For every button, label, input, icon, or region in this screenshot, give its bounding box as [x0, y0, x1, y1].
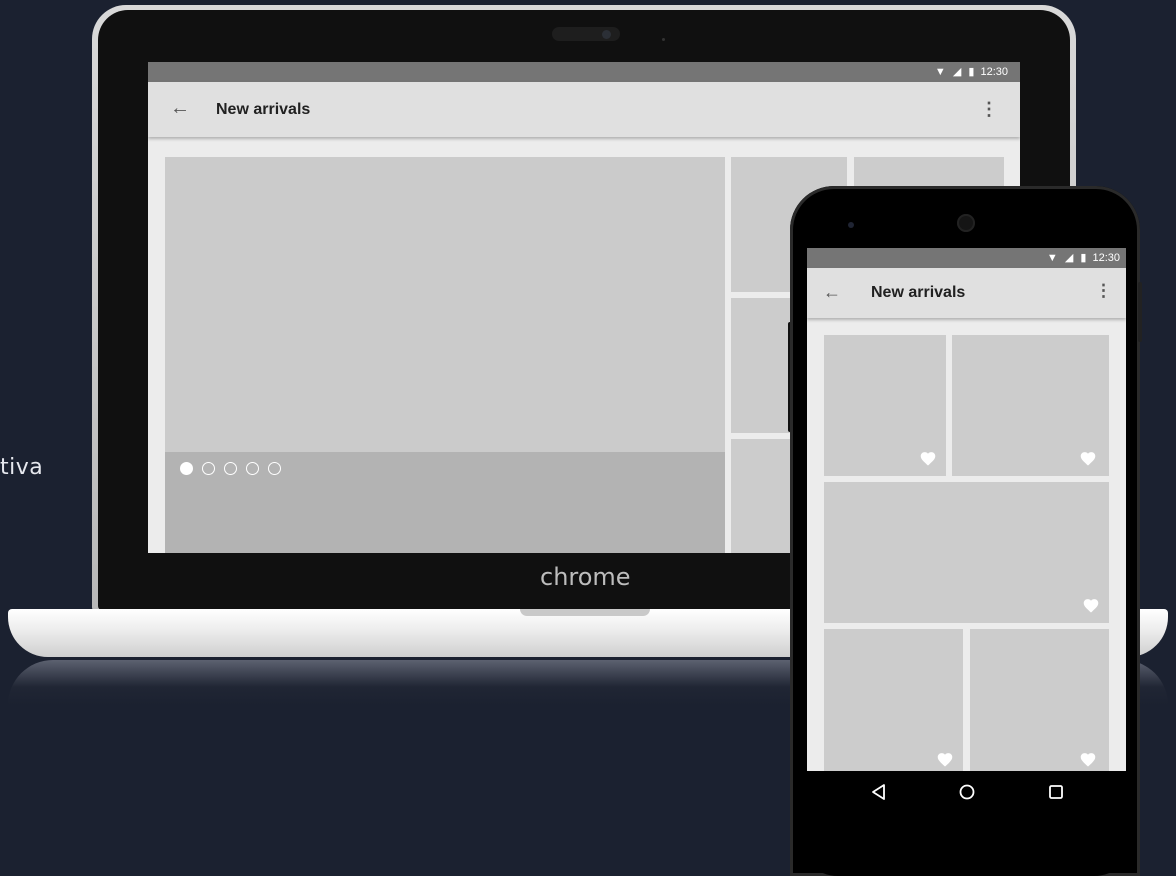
status-icons: ▼ ◢ ▮ 12:30 [1047, 251, 1120, 264]
square-recents-icon[interactable] [1047, 783, 1065, 801]
product-tile[interactable] [824, 335, 946, 476]
triangle-back-icon[interactable] [870, 783, 888, 801]
heart-icon[interactable] [1079, 450, 1097, 466]
status-bar: ▼ ◢ ▮ 12:30 [807, 248, 1126, 268]
partial-side-text: tiva [0, 455, 44, 480]
phone-power-button [1138, 282, 1142, 342]
more-vert-icon[interactable]: ⋮ [1095, 282, 1112, 300]
microphone-dot [662, 38, 665, 41]
arrow-back-icon[interactable]: ← [170, 98, 190, 118]
wifi-icon: ▼ [934, 66, 946, 78]
more-vert-icon[interactable]: ⋮ [980, 99, 998, 119]
carousel-dot-active[interactable] [180, 462, 193, 475]
speaker-icon [957, 214, 975, 232]
carousel-dot[interactable] [224, 462, 237, 475]
phone-chin [798, 800, 1134, 876]
hero-carousel[interactable] [165, 157, 725, 553]
arrow-back-icon[interactable]: ← [823, 283, 841, 301]
app-bar: ← New arrivals ⋮ [807, 268, 1126, 318]
app-bar: ← New arrivals ⋮ [148, 82, 1020, 137]
heart-icon[interactable] [919, 450, 937, 466]
status-time: 12:30 [980, 66, 1008, 78]
phone-screen: ▼ ◢ ▮ 12:30 ← New arrivals ⋮ [807, 248, 1126, 771]
heart-icon[interactable] [1082, 597, 1100, 613]
front-camera-icon [848, 222, 854, 228]
battery-icon: ▮ [968, 66, 975, 78]
heart-icon[interactable] [936, 751, 954, 767]
page-title: New arrivals [871, 284, 966, 301]
carousel-dot[interactable] [246, 462, 259, 475]
heart-icon[interactable] [1079, 751, 1097, 767]
status-time: 12:30 [1092, 252, 1120, 264]
chrome-brand-label: chrome [540, 563, 631, 591]
page-title: New arrivals [216, 101, 311, 118]
signal-icon: ◢ [952, 66, 962, 78]
product-tile[interactable] [952, 335, 1109, 476]
product-tile[interactable] [970, 629, 1109, 771]
camera-icon [602, 30, 611, 39]
carousel-caption [165, 452, 725, 553]
carousel-dot[interactable] [202, 462, 215, 475]
carousel-dot[interactable] [268, 462, 281, 475]
product-tile[interactable] [824, 629, 963, 771]
signal-icon: ◢ [1064, 252, 1074, 264]
carousel-indicators [180, 462, 281, 475]
wifi-icon: ▼ [1046, 252, 1058, 264]
laptop-lid-notch [520, 609, 650, 616]
product-tile[interactable] [824, 482, 1109, 623]
status-bar: ▼ ◢ ▮ 12:30 [148, 62, 1020, 82]
circle-home-icon[interactable] [958, 783, 976, 801]
status-icons: ▼ ◢ ▮ 12:30 [935, 65, 1008, 78]
battery-icon: ▮ [1080, 252, 1087, 264]
